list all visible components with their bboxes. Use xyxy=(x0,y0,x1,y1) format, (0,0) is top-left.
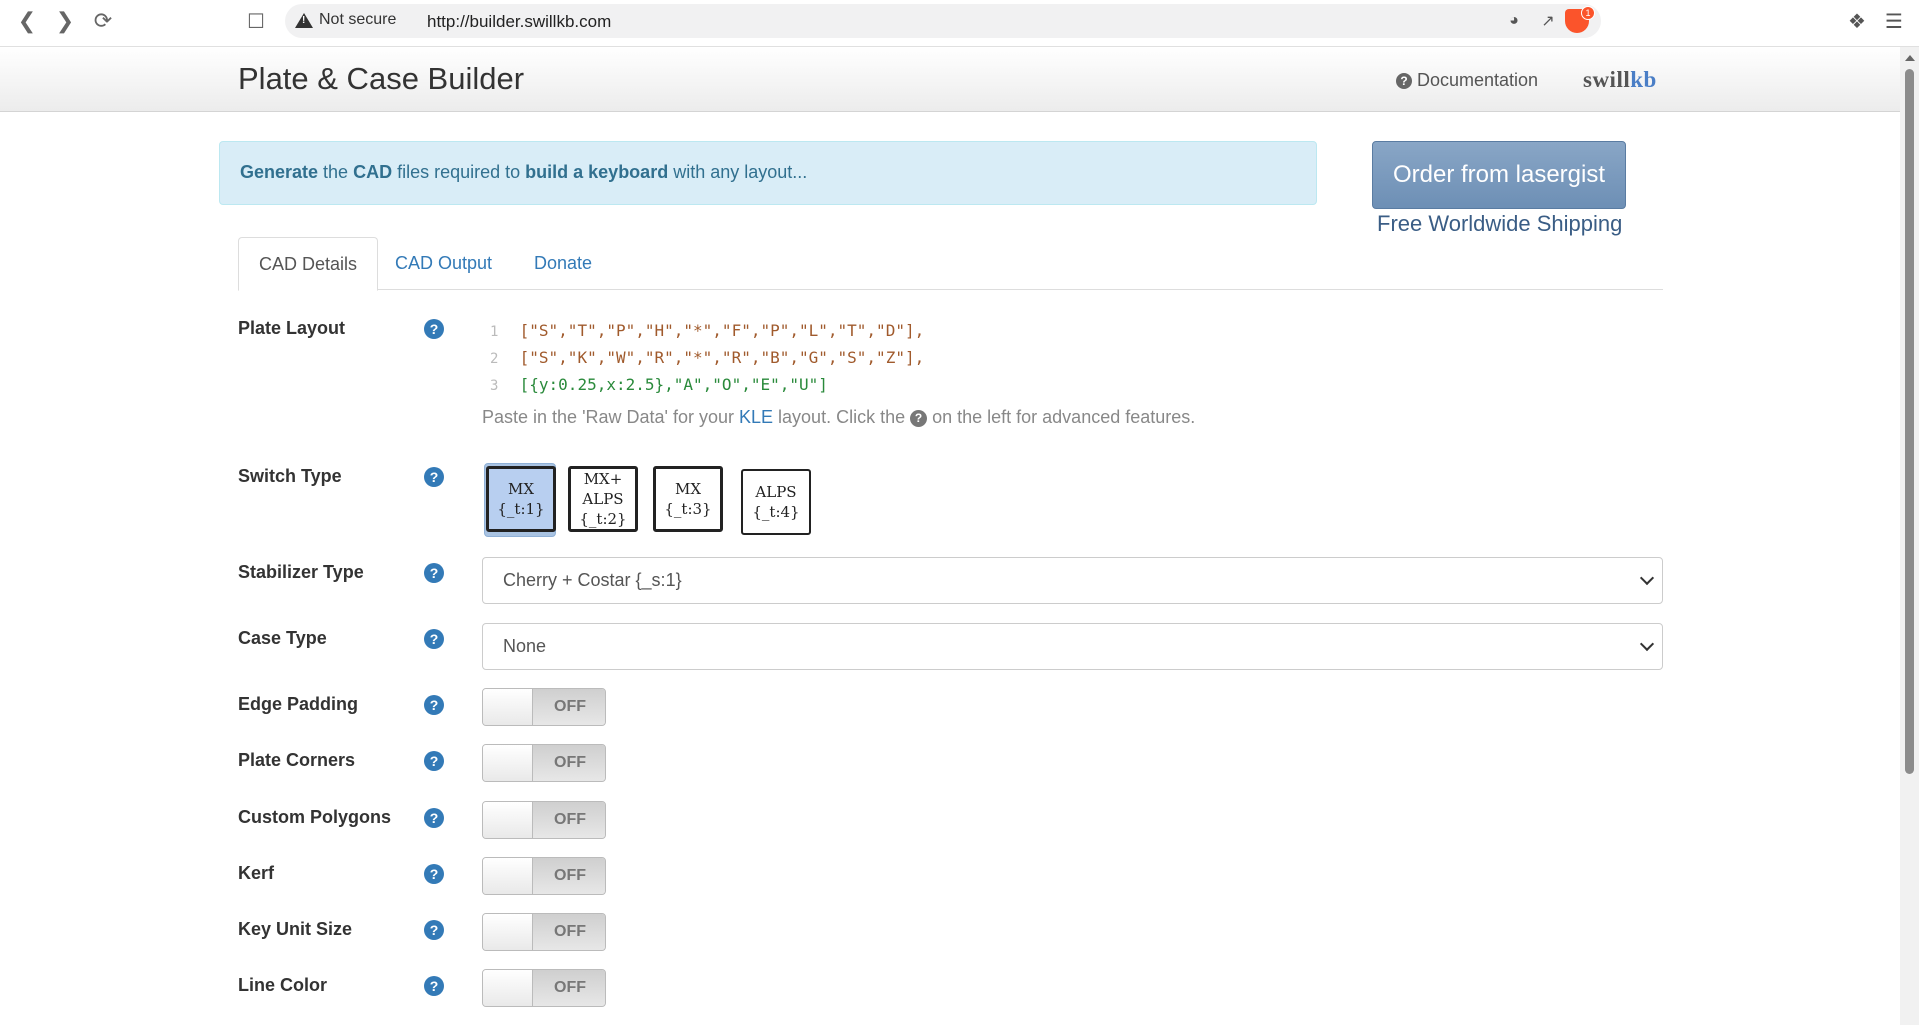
documentation-link[interactable]: ? Documentation xyxy=(1396,70,1538,91)
menu-icon[interactable]: ☰ xyxy=(1882,9,1906,33)
stabilizer-type-label: Stabilizer Type xyxy=(238,562,364,582)
case-type-label: Case Type xyxy=(238,628,327,648)
address-bar[interactable]: Not secure http://builder.swillkb.com ◕ … xyxy=(285,4,1601,38)
plate-layout-label: Plate Layout xyxy=(238,318,346,338)
site-navbar: Plate & Case Builder ? Documentation swi… xyxy=(0,47,1900,112)
swillkb-logo[interactable]: swillkb xyxy=(1583,67,1657,93)
tab-cad-output[interactable]: CAD Output xyxy=(375,237,512,290)
browser-toolbar: ❮ ❯ ⟳ ☐ Not secure http://builder.swillk… xyxy=(0,0,1919,47)
switch-mx-alps-t2[interactable]: MX+ ALPS {_t:2} xyxy=(568,466,638,532)
layout-line: [{y:0.25,x:2.5},"A","O","E","U"] xyxy=(519,375,828,394)
url-text[interactable]: http://builder.swillkb.com xyxy=(427,12,611,32)
question-icon: ? xyxy=(1396,72,1412,89)
switch-type-help-icon[interactable]: ? xyxy=(424,467,444,487)
line-color-label: Line Color xyxy=(238,975,327,995)
reload-icon[interactable]: ⟳ xyxy=(90,8,116,34)
switch-alps-t4[interactable]: ALPS {_t:4} xyxy=(741,469,811,535)
chevron-down-icon xyxy=(1639,570,1655,586)
line-color-help-icon[interactable]: ? xyxy=(424,976,444,996)
page-title[interactable]: Plate & Case Builder xyxy=(238,61,524,97)
stabilizer-type-help-icon[interactable]: ? xyxy=(424,563,444,583)
tab-bar: CAD Details CAD Output Donate xyxy=(238,237,1663,291)
edge-padding-toggle[interactable]: OFF xyxy=(482,688,606,726)
documentation-label: Documentation xyxy=(1417,70,1539,90)
chevron-down-icon xyxy=(1639,636,1655,652)
warning-icon xyxy=(295,12,313,28)
switch-mx-t3[interactable]: MX {_t:3} xyxy=(653,466,723,532)
extensions-icon[interactable]: ❖ xyxy=(1845,9,1869,33)
scrollbar-thumb[interactable] xyxy=(1905,69,1914,774)
intro-alert: Generate the CAD files required to build… xyxy=(219,141,1317,205)
switch-type-label: Switch Type xyxy=(238,466,342,486)
plate-layout-help-icon[interactable]: ? xyxy=(424,319,444,339)
plate-layout-editor[interactable]: 1 ["S","T","P","H","*","F","P","L","T","… xyxy=(490,318,924,399)
security-label: Not secure xyxy=(319,11,397,28)
plate-corners-help-icon[interactable]: ? xyxy=(424,751,444,771)
plate-corners-toggle[interactable]: OFF xyxy=(482,744,606,782)
custom-polygons-toggle[interactable]: OFF xyxy=(482,801,606,839)
kle-link[interactable]: KLE xyxy=(739,407,773,427)
plate-layout-hint: Paste in the 'Raw Data' for your KLE lay… xyxy=(482,407,1196,427)
share-icon[interactable]: ↗ xyxy=(1537,10,1559,32)
tab-donate[interactable]: Donate xyxy=(514,237,612,290)
line-color-toggle[interactable]: OFF xyxy=(482,969,606,1007)
kerf-label: Kerf xyxy=(238,863,275,883)
layout-line: ["S","T","P","H","*","F","P","L","T","D"… xyxy=(519,321,925,340)
security-indicator[interactable]: Not secure xyxy=(295,11,396,29)
case-type-select[interactable]: None xyxy=(482,623,1663,670)
scroll-up-icon[interactable] xyxy=(1905,55,1915,61)
case-type-help-icon[interactable]: ? xyxy=(424,629,444,649)
key-unit-size-label: Key Unit Size xyxy=(238,919,353,939)
custom-polygons-label: Custom Polygons xyxy=(238,807,392,827)
key-unit-size-help-icon[interactable]: ? xyxy=(424,920,444,940)
back-icon[interactable]: ❮ xyxy=(14,8,40,34)
stabilizer-type-select[interactable]: Cherry + Costar {_s:1} xyxy=(482,557,1663,604)
edge-padding-label: Edge Padding xyxy=(238,694,359,714)
switch-mx-t1[interactable]: MX {_t:1} xyxy=(486,466,556,532)
plate-corners-label: Plate Corners xyxy=(238,750,356,770)
question-icon: ? xyxy=(910,409,928,427)
bookmark-icon[interactable]: ☐ xyxy=(243,8,269,34)
tab-cad-details[interactable]: CAD Details xyxy=(238,237,379,291)
kerf-toggle[interactable]: OFF xyxy=(482,857,606,895)
shipping-link[interactable]: Free Worldwide Shipping xyxy=(1377,211,1622,237)
custom-polygons-help-icon[interactable]: ? xyxy=(424,808,444,828)
forward-icon[interactable]: ❯ xyxy=(52,8,78,34)
scrollbar[interactable] xyxy=(1900,47,1919,1025)
edge-padding-help-icon[interactable]: ? xyxy=(424,695,444,715)
speed-icon[interactable]: ◕ xyxy=(1503,10,1525,32)
key-unit-size-toggle[interactable]: OFF xyxy=(482,913,606,951)
shield-badge: 1 xyxy=(1581,6,1595,20)
order-button[interactable]: Order from lasergist xyxy=(1372,141,1626,209)
layout-line: ["S","K","W","R","*","R","B","G","S","Z"… xyxy=(519,348,925,367)
kerf-help-icon[interactable]: ? xyxy=(424,864,444,884)
